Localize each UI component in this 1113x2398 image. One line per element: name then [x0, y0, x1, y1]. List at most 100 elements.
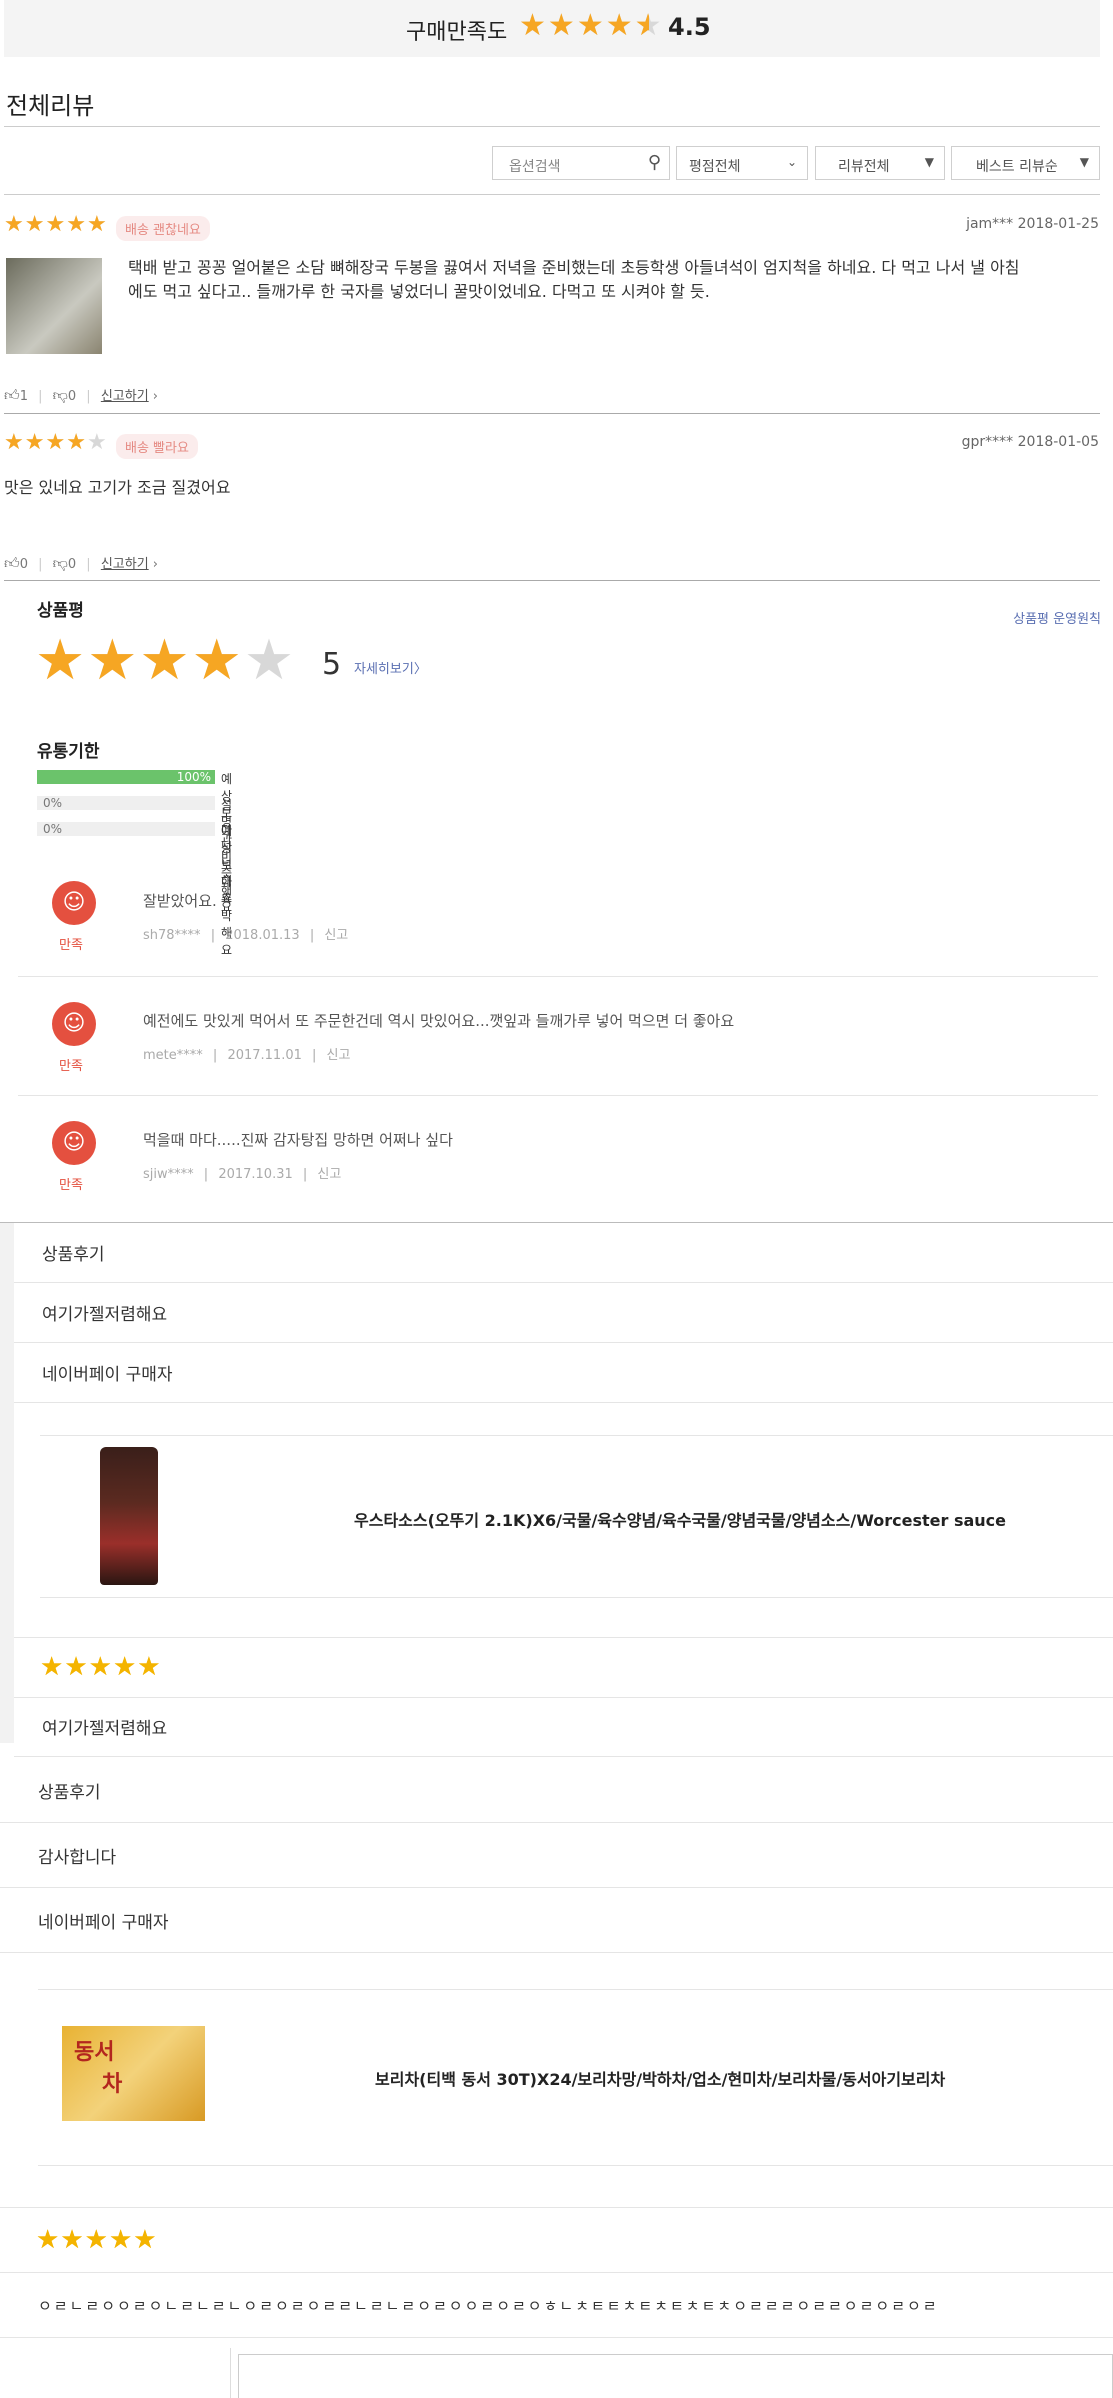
divider: [0, 1222, 1113, 1223]
expiry-bar-track: 0%: [37, 796, 215, 810]
block-heading: 상품후기: [42, 1245, 105, 1265]
divider: [14, 1637, 1113, 1638]
review-date: 2018-01-25: [1017, 216, 1099, 232]
divider: [0, 1822, 1113, 1823]
satisfaction-status: 만족: [59, 938, 83, 953]
block-line: 네이버페이 구매자: [38, 1913, 169, 1933]
divider: [14, 1342, 1113, 1343]
comment-report-link[interactable]: 신고: [317, 1167, 341, 1182]
divider: [14, 1697, 1113, 1698]
smile-icon: ☺: [52, 881, 96, 925]
star-icon: ★★: [108, 2225, 134, 2255]
expiry-bar-track: 0%: [37, 822, 215, 836]
thumbs-up-icon[interactable]: 👍︎: [4, 554, 20, 572]
smile-icon: ☺: [52, 1121, 96, 1165]
divider: [18, 1095, 1098, 1096]
star-icon: ★★: [60, 2225, 85, 2255]
divider: [38, 2165, 1113, 2166]
star-icon: ★★: [24, 430, 46, 455]
divider: [4, 413, 1100, 414]
review-meta: gpr**** 2018-01-05: [962, 434, 1099, 450]
expiry-bar-pct: 0%: [43, 796, 63, 810]
divider: [14, 1756, 1113, 1757]
star-icon: ★★: [576, 8, 606, 43]
sauce-bottle-image[interactable]: [100, 1447, 158, 1585]
star-icon: ★★: [66, 430, 87, 455]
star-icon: ★★: [36, 2225, 61, 2255]
comment-report-link[interactable]: 신고: [327, 1048, 351, 1063]
caret-down-icon: ▼: [1079, 155, 1089, 169]
expiry-bar-fill: 100%: [37, 770, 215, 784]
divider: [4, 580, 1100, 581]
option-search-input[interactable]: 옵션검색 ⚲: [492, 146, 670, 180]
star-icon: ★★: [137, 1652, 162, 1682]
barley-tea-image[interactable]: 동서 차: [62, 2026, 205, 2121]
star-icon: ★★: [88, 1652, 113, 1682]
star-icon: ★: [243, 628, 297, 693]
divider: [0, 2207, 1113, 2208]
comment-meta: sjiw**** | 2017.10.31 | 신고: [143, 1167, 342, 1182]
review-user: jam***: [966, 216, 1014, 232]
gold-stars: ★ ★ ★ ★ ★ ★ ★ ★ ★ ★: [40, 1652, 162, 1682]
star-icon: ★: [86, 430, 108, 455]
block-heading: 상품후기: [38, 1783, 101, 1803]
product-title[interactable]: 우스타소스(오뚜기 2.1K)X6/국물/육수양념/육수국물/양념국물/양념소스…: [354, 1507, 1006, 1531]
review-meta: jam*** 2018-01-25: [966, 216, 1099, 232]
comment-meta: mete**** | 2017.11.01 | 신고: [143, 1048, 351, 1063]
divider: [230, 2348, 231, 2398]
star-icon: ★★: [4, 212, 25, 237]
report-link[interactable]: 신고하기: [101, 389, 149, 404]
satisfaction-label: 구매만족도: [406, 20, 508, 45]
product-review-title: 상품평: [37, 601, 84, 621]
divider: [0, 2337, 1113, 2338]
review-filter-select[interactable]: 리뷰전체 ▼: [815, 146, 945, 180]
star-icon: ★★: [4, 430, 25, 455]
search-icon[interactable]: ⚲: [648, 152, 661, 173]
divider: [0, 1887, 1113, 1888]
review-photo[interactable]: [6, 258, 102, 354]
divider: [40, 1435, 1113, 1436]
satisfaction-status: 만족: [59, 1178, 83, 1193]
expiry-title: 유통기한: [37, 742, 100, 762]
star-icon: ★★: [35, 628, 88, 693]
divider: [18, 976, 1098, 977]
more-link[interactable]: 자세히보기〉: [354, 658, 427, 677]
star-icon: ★★: [66, 212, 87, 237]
satisfaction-stars: ★★★★★★★★★★: [519, 8, 664, 43]
image-text: 동서: [74, 2040, 115, 2065]
review-date: 2018-01-05: [1017, 434, 1099, 450]
rating-filter-select[interactable]: 평점전체 ⌄: [676, 146, 808, 180]
sort-select[interactable]: 베스트 리뷰순 ▼: [951, 146, 1100, 180]
thumbs-up-icon[interactable]: 👍︎: [4, 386, 20, 404]
review-policy-link[interactable]: 상품평 운영원칙: [1013, 608, 1101, 627]
star-icon: ★★: [40, 1652, 65, 1682]
delivery-badge: 배송 괜찮네요: [116, 216, 210, 241]
star-icon: ★★: [547, 8, 577, 43]
block-footer-text: ㅇㄹㄴㄹㅇㅇㄹㅇㄴㄹㄴㄹㄴㅇㄹㅇㄹㅇㄹㄹㄴㄹㄴㄹㅇㄹㅇㅇㄹㅇㄹㅇㅎㄴㅊㅌㅌㅊㅌㅊ…: [38, 2297, 939, 2315]
review-votes: 👍︎0 | 👎︎0 | 신고하기 ›: [4, 554, 159, 572]
comment-text: 예전에도 맛있게 먹어서 또 주문한건데 역시 맛있어요...깻잎과 들깨가루 …: [143, 1012, 735, 1030]
comment-input[interactable]: [238, 2354, 1113, 2398]
block-line: 네이버페이 구매자: [42, 1365, 173, 1385]
report-link[interactable]: 신고하기: [101, 557, 149, 572]
reviews-title: 전체리뷰: [6, 92, 95, 120]
review-text: 택배 받고 꽁꽁 얼어붙은 소담 뼈해장국 두봉을 끓여서 저녁을 준비했는데 …: [128, 258, 1020, 301]
left-gutter: [0, 1223, 14, 1743]
review-stars: ★ ★ ★ ★ ★ ★ ★ ★ ★ ★: [4, 212, 108, 237]
star-icon: ★★: [45, 212, 67, 237]
comment-report-link[interactable]: 신고: [324, 928, 348, 943]
thumbs-down-icon[interactable]: 👎︎: [53, 386, 68, 404]
product-title[interactable]: 보리차(티백 동서 30T)X24/보리차망/박하차/업소/현미차/보리차물/동…: [375, 2066, 945, 2090]
divider: [40, 1597, 1113, 1598]
star-icon: ★★: [87, 628, 140, 693]
comment-text: 먹을때 마다.....진짜 감자탕집 망하면 어쩌나 싶다: [143, 1131, 453, 1149]
satisfaction-score: 4.5: [668, 13, 711, 41]
comment-text: 잘받았어요.: [143, 892, 217, 910]
block-line: 여기가젤저렴해요: [42, 1719, 168, 1739]
comment-meta: sh78**** | 2018.01.13 | 신고: [143, 928, 349, 943]
caret-down-icon: ▼: [924, 155, 934, 169]
thumbs-down-icon[interactable]: 👎︎: [53, 554, 68, 572]
product-review-stars: ★ ★ ★ ★ ★ ★ ★ ★ ★: [35, 628, 296, 693]
image-text: 차: [102, 2072, 123, 2097]
satisfaction-status: 만족: [59, 1059, 83, 1074]
